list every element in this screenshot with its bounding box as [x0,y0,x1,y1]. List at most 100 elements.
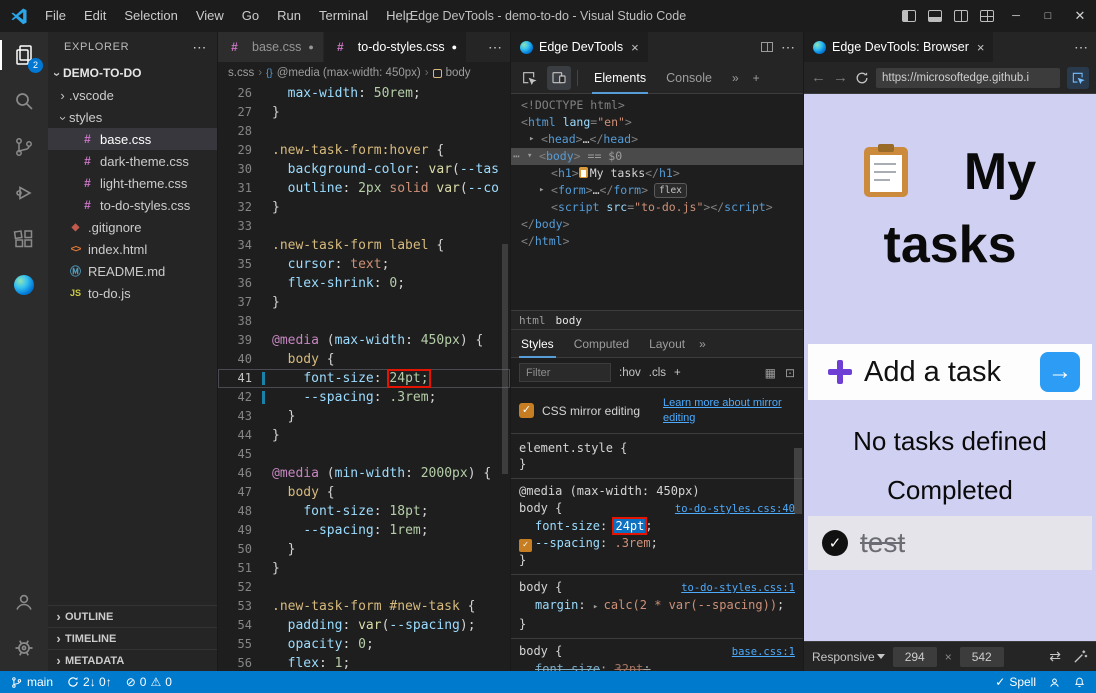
viewport-width-input[interactable]: 294 [893,647,937,667]
feedback-icon[interactable] [1048,676,1061,689]
rotate-viewport-icon[interactable]: ⇄ [1049,648,1061,665]
toggle-panel-icon[interactable] [922,0,948,32]
css-property[interactable]: font-size: 32pt; [519,661,795,671]
mirror-learn-more-link[interactable]: Learn more about mirror editing [663,396,795,426]
code-line-29[interactable]: 29.new-task-form:hover { [218,141,510,160]
editor-scrollbar[interactable] [500,84,510,671]
code-line-31[interactable]: 31 outline: 2px solid var(--co [218,179,510,198]
section-metadata[interactable]: ›METADATA [48,649,217,671]
activity-edge-devtools[interactable] [0,262,48,308]
code-line-47[interactable]: 47 body { [218,483,510,502]
code-line-26[interactable]: 26 max-width: 50rem; [218,84,510,103]
file-.gitignore[interactable]: ◆.gitignore [48,216,217,238]
more-icon[interactable]: ⋯ [513,148,520,165]
pseudo-state-toggle[interactable]: :hov [619,367,641,379]
menu-run[interactable]: Run [268,0,310,32]
file-to-do.js[interactable]: JSto-do.js [48,282,217,304]
code-line-41[interactable]: 41 font-size: 24pt; [218,369,510,388]
rule-selector[interactable]: body { [519,500,562,517]
settings-button[interactable] [0,625,48,671]
wand-icon[interactable] [1073,649,1088,664]
more-panes-icon[interactable]: » [695,337,710,351]
code-line-49[interactable]: 49 --spacing: 1rem; [218,521,510,540]
code-line-56[interactable]: 56 flex: 1; [218,654,510,671]
file-dark-theme.css[interactable]: #dark-theme.css [48,150,217,172]
inspect-element-icon[interactable] [517,66,541,90]
browser-viewport[interactable]: My tasks Add a task → No tasks defined C… [804,94,1096,641]
breadcrumb-item[interactable]: s.css [228,67,254,79]
add-task-label[interactable]: Add a task [864,356,1001,389]
code-line-33[interactable]: 33 [218,217,510,236]
branch-indicator[interactable]: main [10,675,53,689]
code-line-45[interactable]: 45 [218,445,510,464]
menu-view[interactable]: View [187,0,233,32]
tool-tab-elements[interactable]: Elements [584,62,656,94]
dom-crumb-body[interactable]: body [556,314,583,327]
dom-row[interactable]: <html lang="en"> [511,114,803,131]
minimize-button[interactable]: ─ [1000,0,1032,32]
breadcrumb-item[interactable]: @media (max-width: 450px) [277,67,421,79]
task-check-icon[interactable]: ✓ [822,530,848,556]
code-line-28[interactable]: 28 [218,122,510,141]
tab-base.css[interactable]: #base.css● [218,32,324,62]
sync-indicator[interactable]: 2↓ 0↑ [67,675,112,689]
collapse-arrow-icon[interactable]: ▸ [539,182,544,199]
code-line-30[interactable]: 30 background-color: var(--tas [218,160,510,179]
code-line-36[interactable]: 36 flex-shrink: 0; [218,274,510,293]
collapse-arrow-icon[interactable]: ▸ [529,131,534,148]
pane-tab-styles[interactable]: Styles [511,330,564,358]
tab-edge-devtools[interactable]: Edge DevTools × [511,32,649,62]
styles-scrollbar-thumb[interactable] [794,448,802,514]
close-button[interactable]: ✕ [1064,0,1096,32]
dom-crumb-html[interactable]: html [519,314,546,327]
menu-file[interactable]: File [36,0,75,32]
section-timeline[interactable]: ›TIMELINE [48,627,217,649]
menu-selection[interactable]: Selection [115,0,186,32]
code-line-53[interactable]: 53.new-task-form #new-task { [218,597,510,616]
close-icon[interactable]: × [631,40,639,55]
problems-indicator[interactable]: ⊘ 0 ⚠ 0 [126,675,172,689]
dom-row[interactable]: </html> [511,233,803,250]
dom-row[interactable]: ⋯▾<body> == $0 [511,148,803,165]
refresh-icon[interactable] [855,71,869,85]
file-light-theme.css[interactable]: #light-theme.css [48,172,217,194]
code-line-32[interactable]: 32} [218,198,510,217]
dom-row[interactable]: <script src="to-do.js"></script> [511,199,803,216]
customize-layout-icon[interactable] [974,0,1000,32]
root-folder[interactable]: › DEMO-TO-DO [48,62,217,84]
dom-row[interactable]: ▸<head>…</head> [511,131,803,148]
code-line-50[interactable]: 50 } [218,540,510,559]
add-task-form[interactable]: Add a task → [808,344,1092,400]
device-emulation-icon[interactable] [547,66,571,90]
computed-overview-icon[interactable]: ⊡ [785,366,795,380]
code-line-40[interactable]: 40 body { [218,350,510,369]
property-checkbox[interactable]: ✓ [519,539,532,552]
code-line-43[interactable]: 43 } [218,407,510,426]
css-property[interactable]: ✓--spacing: .3rem; [519,535,795,552]
folder-.vscode[interactable]: ›.vscode [48,84,217,106]
dom-row[interactable]: ▸<form>…</form>flex [511,182,803,199]
device-mode-dropdown[interactable]: Responsive [812,650,885,664]
tab-to-do-styles.css[interactable]: #to-do-styles.css● [324,32,467,62]
open-devtools-icon[interactable] [1067,67,1089,89]
toggle-secondary-sidebar-icon[interactable] [948,0,974,32]
spell-checker-status[interactable]: ✓ Spell [995,675,1036,689]
modified-dot-icon[interactable]: ● [308,42,313,52]
class-toggle[interactable]: .cls [649,367,666,379]
code-line-55[interactable]: 55 opacity: 0; [218,635,510,654]
css-property[interactable]: font-size: 24pt; [519,518,795,535]
more-tools-icon[interactable]: » [728,71,743,85]
new-rule-button[interactable]: + [674,367,681,379]
code-editor[interactable]: 26 max-width: 50rem;27}2829.new-task-for… [218,84,510,671]
completed-task-item[interactable]: ✓ test [808,516,1092,570]
more-actions-icon[interactable]: ⋯ [781,39,795,56]
viewport-height-input[interactable]: 542 [960,647,1004,667]
url-bar[interactable]: https://microsoftedge.github.i [876,68,1060,88]
back-icon[interactable]: ← [811,69,826,86]
tool-tab-console[interactable]: Console [656,62,722,94]
code-line-51[interactable]: 51} [218,559,510,578]
toggle-sidebar-icon[interactable] [896,0,922,32]
element-style-rule[interactable]: element.style { } [511,434,803,479]
styles-filter-input[interactable] [519,363,611,382]
menu-go[interactable]: Go [233,0,268,32]
